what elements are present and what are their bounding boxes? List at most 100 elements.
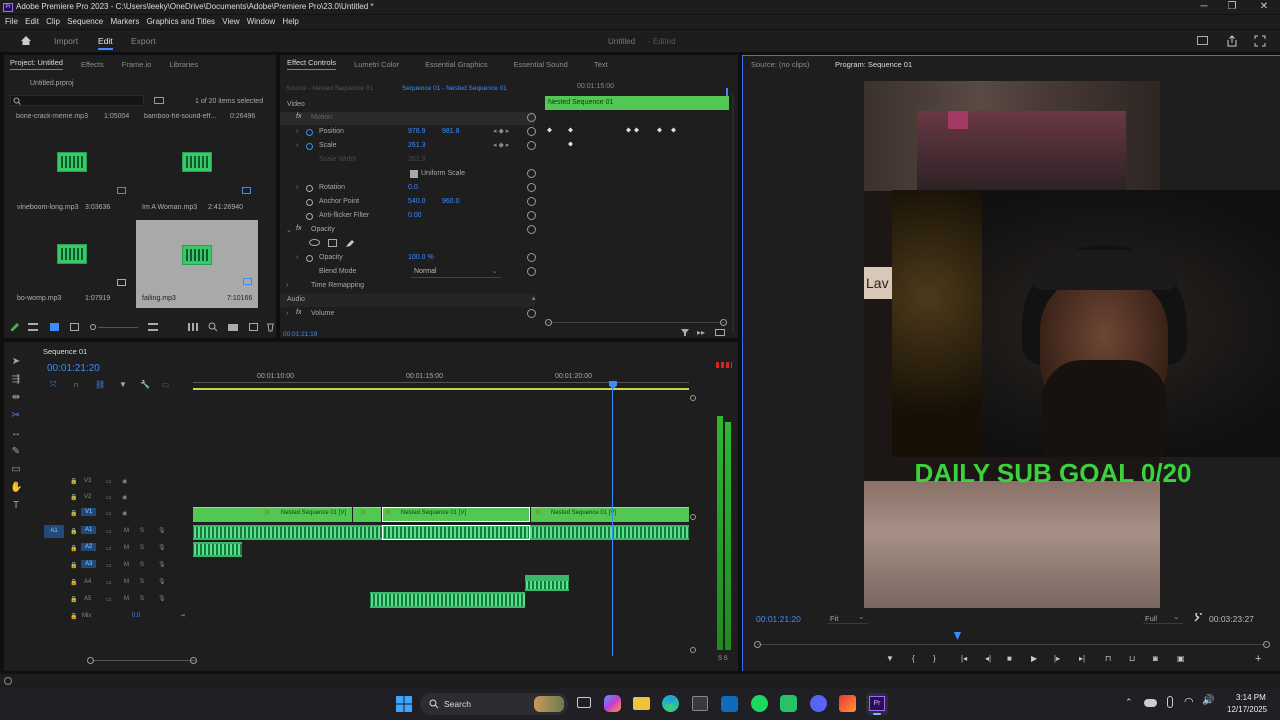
program-timecode[interactable]: 00:01:21:20 — [756, 614, 801, 624]
chevron-up-icon[interactable]: ▴ — [532, 294, 536, 302]
automate-icon[interactable] — [188, 323, 198, 331]
keyframe[interactable] — [671, 127, 676, 133]
microphone-icon[interactable] — [1167, 696, 1173, 708]
lock-icon[interactable]: 🔒 — [70, 545, 77, 552]
new-item-icon[interactable] — [249, 323, 258, 331]
play-audio-icon[interactable]: ▸▸ — [697, 328, 705, 337]
anchor-y-value[interactable]: 960.0 — [442, 198, 460, 205]
project-item[interactable]: Im A Woman.mp3 2:41:26940 — [140, 127, 261, 211]
expand-chevron-icon[interactable]: › — [286, 282, 288, 289]
whatsapp-icon[interactable] — [780, 695, 797, 712]
copilot-icon[interactable] — [604, 695, 621, 712]
stop-icon[interactable]: ■ — [1007, 654, 1012, 663]
uniform-scale-checkbox[interactable] — [410, 170, 418, 178]
new-bin-icon[interactable] — [154, 97, 164, 104]
sync-icon[interactable]: ▭ — [106, 545, 112, 552]
outlook-icon[interactable] — [721, 696, 738, 712]
go-to-in-icon[interactable]: |◂ — [961, 654, 967, 663]
lock-icon[interactable]: 🔒 — [70, 510, 77, 517]
mute-button[interactable]: M — [124, 596, 129, 602]
zoom-dropdown[interactable]: Fit ⌄ — [828, 612, 868, 624]
settings-wrench-icon[interactable]: 🔧 — [140, 380, 150, 389]
ec-playhead[interactable] — [726, 88, 728, 96]
reset-icon[interactable] — [527, 169, 536, 178]
track-header-a4[interactable]: 🔒 A4 ▭ M S 🎙 — [54, 575, 194, 591]
icon-view-icon[interactable] — [50, 323, 59, 331]
extract-icon[interactable]: ⊔ — [1129, 654, 1135, 663]
reset-icon[interactable] — [527, 197, 536, 206]
work-area-bar[interactable] — [193, 388, 689, 390]
find-icon[interactable] — [208, 322, 218, 332]
opacity-section-row[interactable]: ⌄ fx Opacity — [280, 224, 536, 237]
import-tab[interactable]: Import — [54, 36, 78, 46]
volume-row[interactable]: › fx Volume — [280, 308, 536, 321]
step-back-icon[interactable]: ◂| — [985, 654, 991, 663]
menu-sequence[interactable]: Sequence — [67, 15, 103, 28]
menu-view[interactable]: View — [222, 15, 239, 28]
position-y-value[interactable]: 981.8 — [442, 128, 460, 135]
expand-chevron-icon[interactable]: › — [296, 142, 298, 149]
add-button-icon[interactable]: + — [1255, 653, 1261, 665]
timeline-playhead-line[interactable] — [612, 388, 613, 656]
menu-graphics[interactable]: Graphics and Titles — [147, 15, 215, 28]
vscroll-handle[interactable] — [690, 647, 696, 653]
lock-icon[interactable]: 🔒 — [70, 478, 77, 485]
nest-icon[interactable]: ⤧ — [50, 380, 56, 390]
app-icon[interactable] — [839, 695, 856, 712]
timeline-zoom-bar[interactable] — [92, 660, 196, 661]
meter-solo-labels[interactable]: S S — [718, 656, 728, 662]
solo-button[interactable]: S — [140, 596, 144, 602]
tab-sequence[interactable]: Sequence 01 — [43, 347, 87, 356]
ec-zoom-handle-right[interactable] — [720, 319, 727, 326]
pen-tool-icon[interactable]: ✎ — [10, 446, 22, 458]
expand-chevron-icon[interactable]: › — [286, 310, 288, 317]
reset-icon[interactable] — [527, 309, 536, 318]
keyframe[interactable] — [547, 127, 552, 133]
edge-icon[interactable] — [662, 695, 679, 712]
zoom-slider[interactable] — [98, 327, 138, 328]
sort-icon[interactable] — [148, 323, 158, 331]
sync-icon[interactable]: ▭ — [106, 510, 112, 517]
reset-icon[interactable] — [527, 253, 536, 262]
audio-clip-a2[interactable] — [193, 542, 242, 557]
collapse-chevron-icon[interactable]: ⌄ — [286, 226, 292, 234]
snap-icon[interactable]: ∩ — [73, 380, 79, 389]
menu-help[interactable]: Help — [282, 15, 298, 28]
keyframe[interactable] — [634, 127, 639, 133]
ec-zoom-bar[interactable] — [548, 322, 724, 323]
position-x-value[interactable]: 976.9 — [408, 128, 426, 135]
tab-text[interactable]: Text — [594, 60, 608, 69]
motion-row[interactable]: fx Motion — [280, 112, 536, 125]
keyframe-nav-icon[interactable]: ◂ ◆ ▸ — [493, 141, 509, 149]
close-button[interactable]: ✕ — [1248, 0, 1280, 15]
sync-icon[interactable]: ▭ — [106, 478, 112, 485]
home-icon[interactable] — [20, 35, 32, 46]
clock-time[interactable]: 3:14 PM — [1236, 693, 1266, 702]
workspaces-icon[interactable] — [1197, 36, 1208, 45]
search-input[interactable] — [10, 95, 144, 106]
tray-overflow-icon[interactable]: ⌃ — [1125, 697, 1133, 708]
task-view-icon[interactable] — [577, 697, 591, 708]
audio-clip-a5[interactable] — [370, 592, 525, 608]
scrub-handle-left[interactable] — [754, 641, 761, 648]
timeline-zoom-right[interactable] — [190, 657, 197, 664]
sync-icon[interactable]: ▭ — [106, 596, 112, 603]
sync-icon[interactable]: ▭ — [106, 494, 112, 501]
flicker-value[interactable]: 0.00 — [408, 212, 422, 219]
freeform-view-icon[interactable] — [70, 323, 79, 331]
reset-icon[interactable] — [527, 211, 536, 220]
project-item[interactable]: bo-womp.mp3 1:07919 — [14, 219, 129, 303]
sequence-selector[interactable]: Sequence 01 - Nested Sequence 01 — [402, 85, 507, 92]
track-header-a1[interactable]: 🔒 A1 ▭ M S 🎙 — [54, 524, 194, 540]
razor-tool-icon[interactable]: ✂ — [10, 410, 22, 422]
export-tab[interactable]: Export — [131, 36, 156, 46]
reset-icon[interactable] — [527, 127, 536, 136]
tab-libraries[interactable]: Libraries — [169, 60, 198, 69]
add-marker-icon[interactable]: ▼ — [886, 654, 894, 663]
solo-button[interactable]: S — [140, 579, 144, 585]
audio-clip-selected[interactable] — [382, 525, 530, 540]
opacity-value[interactable]: 100.0 % — [408, 254, 434, 261]
ec-scrollbar[interactable] — [732, 94, 734, 332]
anchor-x-value[interactable]: 540.0 — [408, 198, 426, 205]
keyframe-nav-icon[interactable]: ◂ ◆ ▸ — [493, 127, 509, 135]
